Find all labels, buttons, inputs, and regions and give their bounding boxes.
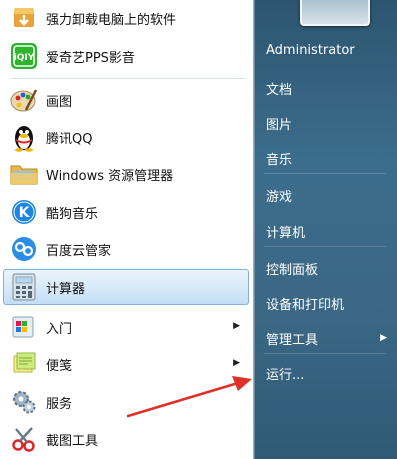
program-iqiyi[interactable]: iQIY 爱奇艺PPS影音 bbox=[3, 38, 249, 74]
program-label: 爱奇艺PPS影音 bbox=[46, 50, 135, 66]
program-calculator[interactable]: 计算器 bbox=[3, 269, 249, 305]
admin-tools-link[interactable]: 管理工具 bbox=[266, 329, 318, 348]
documents-link[interactable]: 文档 bbox=[266, 79, 292, 98]
iqiyi-icon: iQIY bbox=[8, 40, 40, 72]
games-link[interactable]: 游戏 bbox=[266, 186, 292, 205]
qq-penguin-icon bbox=[8, 121, 40, 153]
submenu-arrow-icon: ▶ bbox=[380, 333, 387, 343]
submenu-arrow-icon: ▶ bbox=[233, 358, 240, 368]
places-separator bbox=[264, 246, 386, 247]
program-label: 服务 bbox=[46, 396, 73, 412]
program-label: 酷狗音乐 bbox=[46, 206, 99, 222]
program-snipping-tool[interactable]: 截图工具 bbox=[3, 421, 249, 457]
start-menu-places-pane: Administrator 文档 图片 音乐 游戏 计算机 控制面板 设备和打印… bbox=[254, 0, 397, 459]
user-avatar[interactable] bbox=[300, 0, 370, 26]
run-link[interactable]: 运行... bbox=[266, 364, 304, 383]
svg-text:K: K bbox=[19, 205, 31, 221]
devices-printers-link[interactable]: 设备和打印机 bbox=[266, 294, 344, 313]
program-label: Windows 资源管理器 bbox=[46, 168, 174, 184]
svg-text:iQIY: iQIY bbox=[14, 53, 35, 63]
submenu-arrow-icon: ▶ bbox=[233, 321, 240, 331]
program-services[interactable]: 服务 bbox=[3, 384, 249, 420]
program-label: 腾讯QQ bbox=[46, 131, 93, 147]
calculator-icon bbox=[8, 271, 40, 303]
sticky-notes-icon bbox=[8, 348, 40, 380]
program-kugou[interactable]: K 酷狗音乐 bbox=[3, 194, 249, 230]
program-label: 画图 bbox=[46, 94, 73, 110]
scissors-icon bbox=[8, 423, 40, 455]
program-label: 便笺 bbox=[46, 358, 73, 374]
music-link[interactable]: 音乐 bbox=[266, 149, 292, 168]
user-account-link[interactable]: Administrator bbox=[266, 43, 355, 58]
folder-icon bbox=[8, 158, 40, 190]
computer-link[interactable]: 计算机 bbox=[266, 222, 305, 241]
program-paint[interactable]: 画图 bbox=[3, 82, 249, 118]
program-label: 百度云管家 bbox=[46, 243, 112, 259]
program-label: 计算器 bbox=[46, 281, 86, 297]
program-label: 入门 bbox=[46, 321, 73, 337]
program-baidu-cloud[interactable]: 百度云管家 bbox=[3, 231, 249, 267]
getting-started-icon bbox=[8, 311, 40, 343]
start-menu-programs-pane: 强力卸载电脑上的软件 iQIY 爱奇艺PPS影音 画图 腾讯QQ Windows… bbox=[0, 0, 254, 459]
services-gear-icon bbox=[8, 386, 40, 418]
program-uninstaller[interactable]: 强力卸载电脑上的软件 bbox=[3, 0, 249, 36]
places-separator bbox=[264, 353, 386, 354]
program-qq[interactable]: 腾讯QQ bbox=[3, 119, 249, 155]
baidu-cloud-icon bbox=[8, 233, 40, 265]
program-label: 截图工具 bbox=[46, 433, 99, 449]
program-sticky-notes[interactable]: 便笺 ▶ bbox=[3, 346, 249, 382]
control-panel-link[interactable]: 控制面板 bbox=[266, 259, 318, 278]
kugou-icon: K bbox=[8, 196, 40, 228]
program-getting-started[interactable]: 入门 ▶ bbox=[3, 309, 249, 345]
places-separator bbox=[264, 173, 386, 174]
pictures-link[interactable]: 图片 bbox=[266, 114, 292, 133]
paint-palette-icon bbox=[8, 84, 40, 116]
program-windows-explorer[interactable]: Windows 资源管理器 bbox=[3, 156, 249, 192]
pinned-separator bbox=[10, 78, 246, 79]
uninstall-icon bbox=[8, 2, 40, 34]
program-label: 强力卸载电脑上的软件 bbox=[46, 12, 177, 28]
